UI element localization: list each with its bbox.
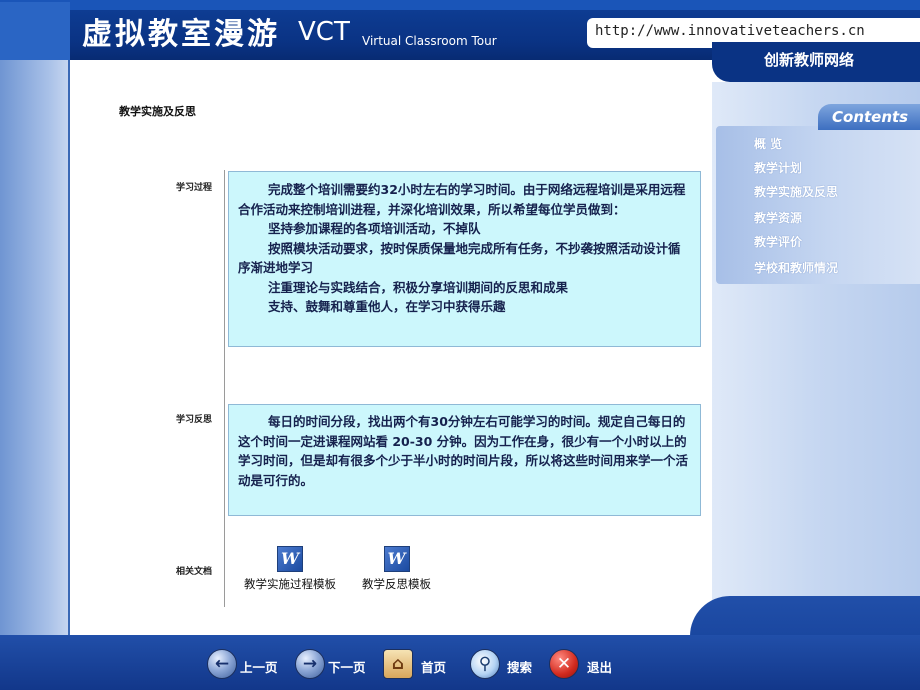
section-label-reflection: 学习反思 <box>176 415 213 425</box>
arrow-right-icon: → <box>295 649 325 679</box>
home-icon: ⌂ <box>383 649 413 679</box>
next-page-label: 下一页 <box>328 660 366 675</box>
home-button[interactable]: ⌂ 首页 <box>383 649 453 681</box>
contents-heading: Contents <box>832 108 909 126</box>
process-paragraph: 完成整个培训需要约32小时左右的学习时间。由于网络远程培训是采用远程合作活动来控… <box>238 182 686 217</box>
document-link-reflection-template[interactable]: W 教学反思模板 <box>362 546 431 592</box>
app-logo-vct: VCT <box>298 17 350 47</box>
menu-item-overview[interactable]: 概 览 <box>754 135 782 152</box>
header-accent-stripe <box>0 2 70 60</box>
document-label: 教学反思模板 <box>362 577 431 591</box>
menu-item-evaluation[interactable]: 教学评价 <box>754 233 802 250</box>
document-link-implementation-template[interactable]: W 教学实施过程模板 <box>244 546 336 592</box>
word-document-icon: W <box>277 546 303 572</box>
search-button[interactable]: ⚲ 搜索 <box>470 649 540 681</box>
network-banner: 创新教师网络 <box>712 42 920 82</box>
arrow-left-icon: ← <box>207 649 237 679</box>
process-paragraph: 坚持参加课程的各项培训活动，不掉队 <box>268 221 481 236</box>
menu-item-implementation-reflection[interactable]: 教学实施及反思 <box>754 183 838 200</box>
exit-label: 退出 <box>587 660 613 675</box>
document-label: 教学实施过程模板 <box>244 577 336 591</box>
site-name: 创新教师网络 <box>764 51 855 69</box>
menu-item-teaching-plan[interactable]: 教学计划 <box>754 159 802 176</box>
home-label: 首页 <box>421 660 447 675</box>
exit-button[interactable]: ✕ 退出 <box>549 649 619 681</box>
process-paragraph: 注重理论与实践结合，积极分享培训期间的反思和成果 <box>268 279 569 295</box>
prev-page-label: 上一页 <box>240 660 278 675</box>
content-divider <box>224 170 225 607</box>
word-document-icon: W <box>383 546 410 572</box>
section-label-process: 学习过程 <box>176 183 213 193</box>
footer-nav-bar <box>0 635 920 690</box>
left-bar-edge <box>68 60 70 635</box>
process-paragraph: 按照模块活动要求，按时保质保量地完成所有任务，不抄袭按照活动设计循序渐进地学习 <box>238 240 681 276</box>
app-title: 虚拟教室漫游 <box>82 17 280 52</box>
left-decorative-bar <box>0 60 70 635</box>
menu-item-resources[interactable]: 教学资源 <box>754 209 802 226</box>
footer-curve <box>690 596 920 636</box>
process-text-box: 完成整个培训需要约32小时左右的学习时间。由于网络远程培训是采用远程合作活动来控… <box>228 171 701 347</box>
contents-tab: Contents <box>818 104 920 130</box>
next-page-button[interactable]: → 下一页 <box>295 649 375 681</box>
page-title: 教学实施及反思 <box>119 105 196 118</box>
exit-icon: ✕ <box>549 649 579 679</box>
search-label: 搜索 <box>507 660 533 675</box>
prev-page-button[interactable]: ← 上一页 <box>207 649 287 681</box>
menu-item-school-teacher[interactable]: 学校和教师情况 <box>754 259 838 276</box>
app-subtitle: Virtual Classroom Tour <box>362 34 497 48</box>
magnifier-icon: ⚲ <box>470 649 500 679</box>
section-label-documents: 相关文档 <box>176 567 213 577</box>
reflection-paragraph: 每日的时间分段，找出两个有30分钟左右可能学习的时间。规定自己每日的这个时间一定… <box>238 414 689 488</box>
process-paragraph: 支持、鼓舞和尊重他人，在学习中获得乐趣 <box>268 299 506 314</box>
reflection-text-box: 每日的时间分段，找出两个有30分钟左右可能学习的时间。规定自己每日的这个时间一定… <box>228 404 701 516</box>
site-url[interactable]: http://www.innovativeteachers.cn <box>595 23 865 39</box>
